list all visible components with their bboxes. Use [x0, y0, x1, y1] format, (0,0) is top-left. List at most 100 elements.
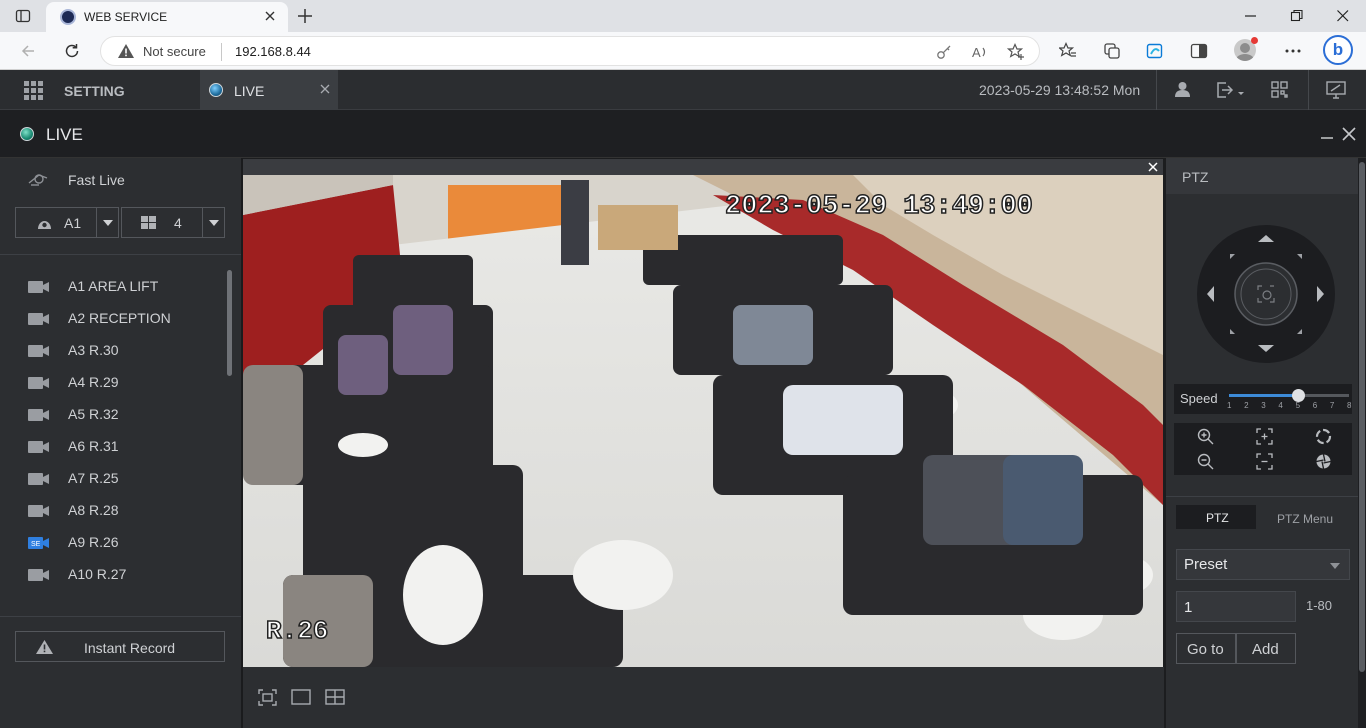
browser-essentials-icon[interactable]	[1146, 42, 1164, 60]
page-scrollbar[interactable]	[1358, 158, 1366, 728]
qr-code-icon[interactable]	[1271, 81, 1288, 98]
camera-label: A2 RECEPTION	[68, 310, 171, 326]
live-globe-icon	[209, 83, 223, 97]
more-icon[interactable]	[1284, 42, 1302, 60]
list-scrollbar[interactable]	[227, 270, 232, 376]
setting-nav-label[interactable]: SETTING	[64, 83, 125, 99]
video-camera-icon	[28, 345, 49, 357]
tab-ptz-menu[interactable]: PTZ Menu	[1277, 512, 1333, 526]
url-text[interactable]: 192.168.8.44	[235, 44, 311, 59]
tab-title: WEB SERVICE	[84, 10, 168, 24]
instant-record-label: Instant Record	[84, 640, 176, 656]
tab-live[interactable]: LIVE	[200, 70, 338, 110]
fast-live-row[interactable]: Fast Live	[0, 158, 241, 204]
goto-label: Go to	[1187, 641, 1224, 658]
bing-copilot-icon[interactable]: b	[1323, 35, 1353, 65]
preset-select[interactable]: Preset	[1176, 549, 1350, 580]
split-screen-icon[interactable]	[1190, 42, 1208, 60]
focus-far-icon[interactable]	[1256, 453, 1273, 470]
focus-near-icon[interactable]	[1256, 428, 1273, 445]
tab-ptz[interactable]: PTZ	[1176, 505, 1256, 529]
osd-channel: R.26	[266, 616, 328, 646]
speed-slider[interactable]	[1229, 389, 1349, 402]
chevron-down-icon	[209, 220, 219, 226]
add-preset-button[interactable]: Add	[1236, 633, 1296, 664]
zoom-in-icon[interactable]	[1197, 428, 1214, 445]
new-tab-icon[interactable]	[296, 7, 314, 25]
instant-record-button[interactable]: Instant Record	[15, 631, 225, 662]
iris-close-icon[interactable]	[1315, 453, 1332, 470]
ptz-joystick[interactable]	[1196, 224, 1336, 364]
dome-camera-icon	[37, 216, 52, 230]
layout-select[interactable]: 4	[121, 207, 225, 238]
camera-list-item[interactable]: A4 R.29	[0, 366, 226, 398]
divider	[1166, 496, 1358, 497]
minimize-panel-icon[interactable]	[1320, 128, 1334, 142]
favorite-add-icon[interactable]	[1007, 43, 1025, 61]
camera-list-item[interactable]: A6 R.31	[0, 430, 226, 462]
read-aloud-icon[interactable]: A	[971, 44, 989, 60]
browser-toolbar: Not secure 192.168.8.44 A b	[0, 32, 1366, 70]
camera-label: A1 AREA LIFT	[68, 278, 159, 294]
key-icon[interactable]	[936, 44, 952, 60]
camera-label: A8 R.28	[68, 502, 119, 518]
camera-list-item[interactable]: A7 R.25	[0, 462, 226, 494]
tab-actions-icon[interactable]	[15, 8, 31, 24]
speed-slider-fill	[1229, 394, 1298, 397]
speed-tick-label: 8	[1347, 401, 1352, 410]
divider	[202, 208, 203, 237]
close-tab-icon[interactable]	[264, 10, 276, 22]
camera-video-feed[interactable]: 2023-05-29 13:49:00 R.26	[243, 175, 1163, 667]
speed-tick-label: 3	[1261, 401, 1266, 410]
monitor-icon[interactable]	[1326, 81, 1346, 99]
camera-label: A9 R.26	[68, 534, 119, 550]
camera-list-item[interactable]: SE A9 R.26	[0, 526, 226, 558]
restore-window-icon[interactable]	[1290, 9, 1304, 23]
area-select[interactable]: A1	[15, 207, 119, 238]
ptz-panel: PTZ Speed 12345678 PTZ PTZ Menu Preset 1…	[1166, 158, 1358, 728]
camera-label: A7 R.25	[68, 470, 119, 486]
single-view-icon[interactable]	[291, 689, 311, 705]
favicon-icon	[60, 9, 76, 25]
grid-layout-icon	[141, 216, 156, 229]
security-label[interactable]: Not secure	[143, 44, 206, 59]
preset-number-input[interactable]: 1	[1176, 591, 1296, 622]
close-video-icon[interactable]	[1148, 162, 1158, 172]
speed-tick-label: 6	[1312, 401, 1318, 410]
address-bar[interactable]: Not secure 192.168.8.44 A	[100, 36, 1040, 66]
speed-tick-label: 1	[1227, 401, 1232, 410]
refresh-icon[interactable]	[63, 42, 81, 60]
back-icon[interactable]	[20, 43, 36, 59]
video-camera-icon	[28, 409, 49, 421]
menu-grid-icon[interactable]	[24, 81, 43, 100]
close-window-icon[interactable]	[1336, 9, 1350, 23]
camera-list-item[interactable]: A5 R.32	[0, 398, 226, 430]
browser-tab[interactable]: WEB SERVICE	[46, 2, 288, 32]
camera-list-item[interactable]: A3 R.30	[0, 334, 226, 366]
chevron-down-icon	[103, 220, 113, 226]
logout-icon[interactable]	[1216, 81, 1246, 99]
quad-view-icon[interactable]	[325, 689, 345, 705]
page-scrollbar-thumb[interactable]	[1359, 162, 1365, 672]
minimize-window-icon[interactable]	[1244, 9, 1258, 23]
device-panel: Fast Live A1 4 A1 AREA LIFT A2 RECEPTION A…	[0, 158, 241, 728]
live-title: LIVE	[46, 125, 83, 144]
user-icon[interactable]	[1174, 81, 1191, 98]
zoom-out-icon[interactable]	[1197, 453, 1214, 470]
camera-list-item[interactable]: A2 RECEPTION	[0, 302, 226, 334]
camera-list-item[interactable]: A10 R.27	[0, 558, 226, 590]
iris-open-icon[interactable]	[1315, 428, 1332, 445]
app-header: SETTING LIVE 2023-05-29 13:48:52 Mon	[0, 70, 1366, 110]
close-panel-icon[interactable]	[1342, 127, 1356, 141]
browser-tabstrip: WEB SERVICE	[0, 0, 1366, 32]
camera-label: A5 R.32	[68, 406, 119, 422]
fullscreen-icon[interactable]	[258, 689, 277, 706]
goto-button[interactable]: Go to	[1176, 633, 1236, 664]
camera-label: A6 R.31	[68, 438, 119, 454]
favorites-icon[interactable]	[1059, 42, 1077, 60]
camera-list-item[interactable]: A8 R.28	[0, 494, 226, 526]
profile-avatar[interactable]	[1234, 37, 1258, 61]
close-live-tab-icon[interactable]	[320, 84, 330, 94]
collections-icon[interactable]	[1103, 42, 1121, 60]
camera-list-item[interactable]: A1 AREA LIFT	[0, 270, 226, 302]
